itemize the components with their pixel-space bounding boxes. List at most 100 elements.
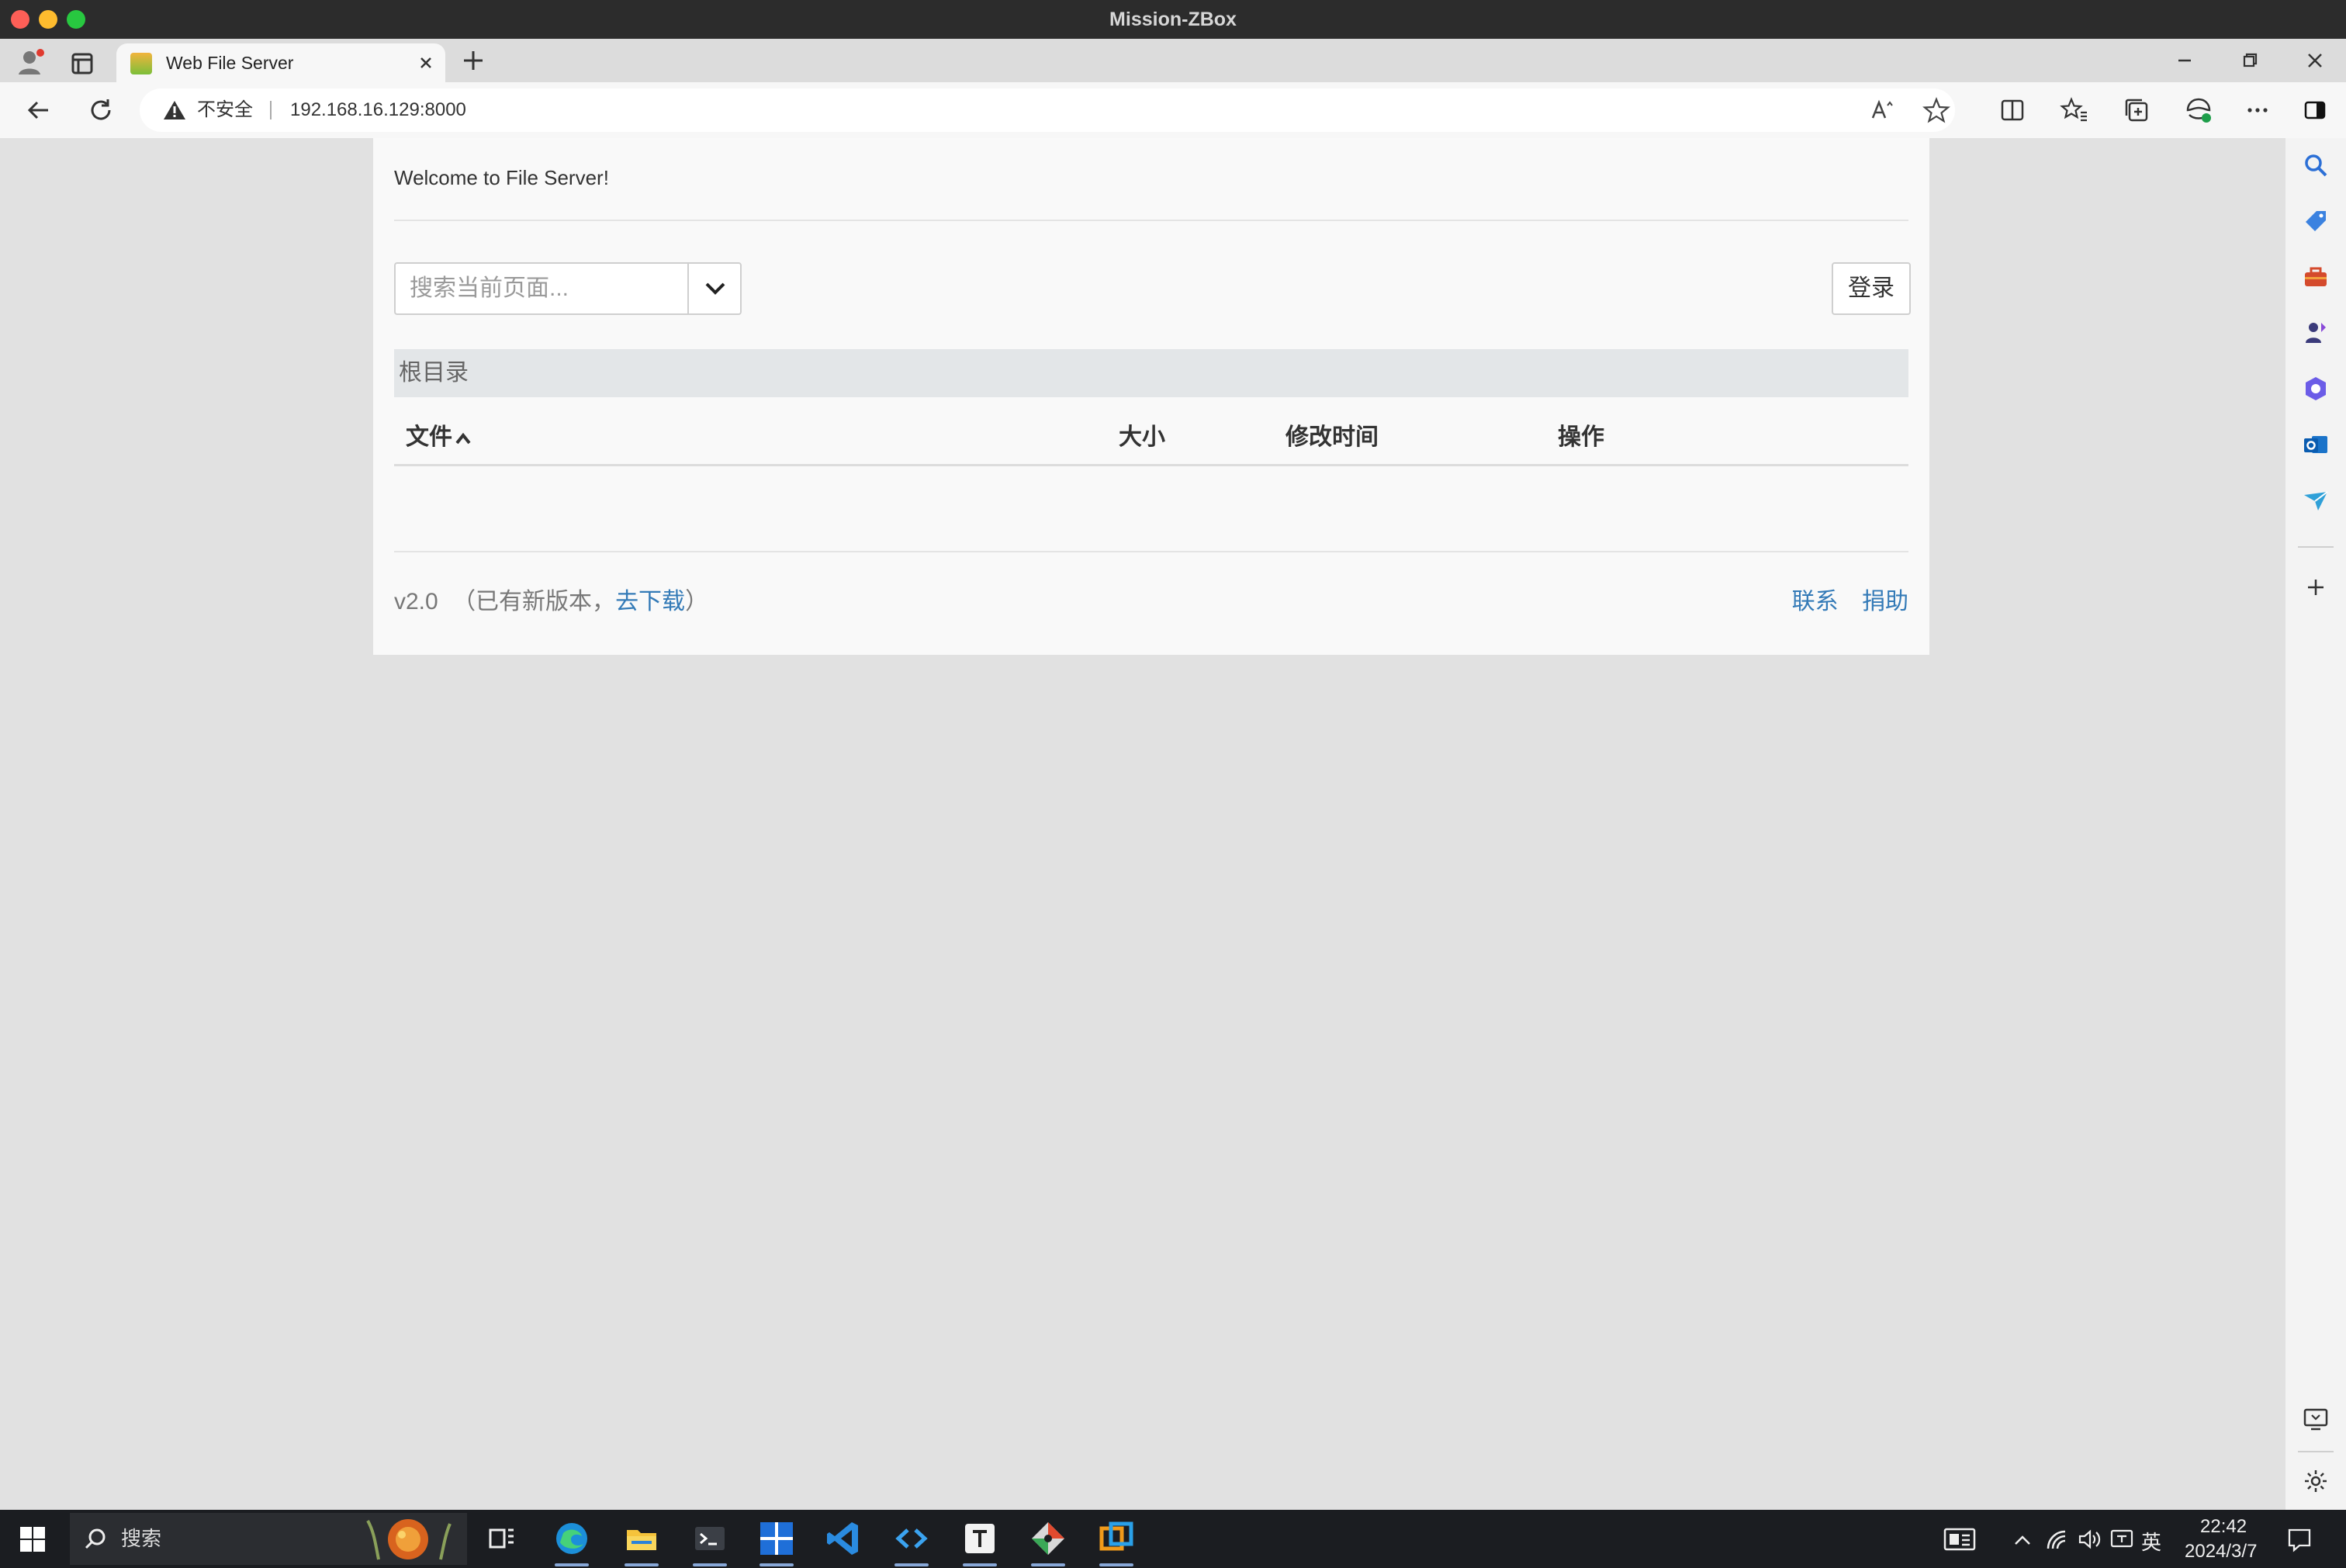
update-prefix: （已有新版本，: [452, 589, 616, 614]
file-explorer-icon[interactable]: [622, 1519, 661, 1558]
taskbar-search-label: 搜索: [121, 1527, 162, 1550]
open-app-indicator: [625, 1563, 659, 1566]
download-link[interactable]: 去下载: [615, 589, 685, 614]
tab-title: Web File Server: [166, 53, 294, 73]
breadcrumb[interactable]: 根目录: [394, 349, 1908, 397]
edge-sidebar: [2285, 138, 2346, 1510]
site-favicon-icon: [130, 53, 152, 74]
search-box: [394, 262, 742, 315]
omnibox-divider: [270, 101, 272, 119]
drop-icon[interactable]: [2301, 486, 2330, 515]
code-editor-icon[interactable]: [892, 1519, 931, 1558]
window-title: Mission-ZBox: [1109, 9, 1237, 30]
clock-date[interactable]: 2024/3/7: [2185, 1541, 2257, 1563]
contact-link[interactable]: 联系: [1792, 589, 1839, 614]
donate-link[interactable]: 捐助: [1862, 589, 1908, 614]
project-app-icon[interactable]: [757, 1519, 796, 1558]
vscode-icon[interactable]: [824, 1519, 863, 1558]
open-app-indicator: [760, 1563, 794, 1566]
column-header-actions: 操作: [1558, 424, 1604, 450]
open-app-indicator: [963, 1563, 997, 1566]
favorites-icon[interactable]: [2057, 93, 2092, 127]
version-info: v2.0 （已有新版本，去下载）: [394, 582, 708, 616]
open-app-indicator: [1031, 1563, 1065, 1566]
games-icon[interactable]: [2301, 318, 2330, 348]
microsoft-365-icon[interactable]: [2301, 374, 2330, 403]
page-viewport: Welcome to File Server! 登录 根目录 文件 大小 修改时…: [6, 138, 2285, 1510]
more-options-icon[interactable]: [2240, 93, 2275, 127]
active-app-indicator: [555, 1563, 589, 1566]
shopping-tag-icon[interactable]: [2301, 206, 2330, 236]
terminal-icon[interactable]: [690, 1519, 729, 1558]
notifications-icon[interactable]: [2285, 1525, 2313, 1553]
open-app-indicator: [894, 1563, 929, 1566]
column-header-file[interactable]: 文件: [406, 417, 472, 452]
tab-web-file-server[interactable]: Web File Server: [116, 43, 445, 82]
column-header-file-label: 文件: [406, 424, 452, 450]
taskbar-search-box[interactable]: 搜索: [70, 1513, 467, 1565]
collections-icon[interactable]: [2119, 93, 2154, 127]
git-client-icon[interactable]: [1029, 1519, 1067, 1558]
ime-mode-icon[interactable]: [2109, 1525, 2135, 1553]
address-bar[interactable]: 不安全 192.168.16.129:8000: [140, 88, 1955, 132]
sidebar-toggle-icon[interactable]: [2298, 93, 2332, 127]
column-header-size[interactable]: 大小: [1119, 417, 1165, 452]
tray-overflow-icon[interactable]: [2009, 1525, 2036, 1553]
minimize-icon[interactable]: [2171, 47, 2199, 74]
open-app-indicator: [693, 1563, 727, 1566]
volume-icon[interactable]: [2076, 1525, 2102, 1553]
search-icon[interactable]: [2301, 151, 2330, 180]
edge-browser-icon[interactable]: [552, 1519, 591, 1558]
windows-taskbar: 搜索 英 22:42 2024/3/7: [0, 1510, 2346, 1568]
warning-icon: [163, 99, 186, 121]
table-header-divider: [394, 464, 1908, 466]
browser-essentials-icon[interactable]: [2182, 93, 2216, 127]
version-label: v2.0: [394, 589, 438, 614]
footer-divider: [394, 551, 1908, 552]
screen-capture-icon[interactable]: [2301, 1404, 2330, 1434]
news-widget-icon[interactable]: [1943, 1525, 1977, 1553]
search-input[interactable]: [396, 264, 687, 313]
login-button[interactable]: 登录: [1832, 262, 1911, 315]
ime-language-label[interactable]: 英: [2141, 1527, 2161, 1556]
vm-app-icon[interactable]: [1097, 1519, 1136, 1558]
url-text[interactable]: 192.168.16.129:8000: [290, 88, 466, 132]
clock-time[interactable]: 22:42: [2200, 1516, 2247, 1538]
open-app-indicator: [1099, 1563, 1133, 1566]
back-icon[interactable]: [22, 93, 56, 127]
outlook-icon[interactable]: [2301, 430, 2330, 459]
task-view-icon[interactable]: [483, 1519, 521, 1558]
windows-start-icon[interactable]: [19, 1525, 47, 1553]
settings-gear-icon[interactable]: [2301, 1466, 2330, 1496]
file-server-page: Welcome to File Server! 登录 根目录 文件 大小 修改时…: [373, 138, 1929, 655]
welcome-text: Welcome to File Server!: [394, 166, 609, 189]
header-divider: [394, 220, 1908, 221]
security-label[interactable]: 不安全: [197, 88, 253, 132]
update-suffix: ）: [685, 589, 709, 614]
typora-icon[interactable]: [960, 1519, 999, 1558]
sort-asc-icon: [454, 431, 472, 446]
footer-links: 联系 捐助: [1775, 582, 1908, 616]
close-tab-icon[interactable]: [414, 51, 438, 74]
search-icon: [82, 1526, 109, 1552]
profile-icon[interactable]: [14, 45, 48, 79]
new-tab-icon[interactable]: [458, 45, 489, 76]
favorite-star-icon[interactable]: [1922, 96, 1950, 124]
read-aloud-icon[interactable]: [1868, 96, 1896, 124]
tab-actions-icon[interactable]: [67, 48, 98, 79]
chevron-down-icon: [705, 282, 725, 295]
tab-strip: Web File Server: [0, 39, 2346, 82]
refresh-icon[interactable]: [84, 93, 118, 127]
column-header-modified[interactable]: 修改时间: [1285, 417, 1379, 452]
close-icon[interactable]: [2301, 47, 2329, 74]
search-dropdown-button[interactable]: [687, 264, 742, 313]
sidebar-divider-bottom: [2298, 1451, 2334, 1452]
network-icon[interactable]: [2043, 1525, 2070, 1553]
add-sidebar-app-icon[interactable]: [2301, 573, 2330, 602]
split-screen-icon[interactable]: [1995, 93, 2029, 127]
browser-toolbar: 不安全 192.168.16.129:8000: [0, 82, 2346, 138]
search-highlight-icon: [360, 1513, 461, 1565]
window-title-bar: Mission-ZBox: [0, 0, 2346, 39]
restore-icon[interactable]: [2236, 47, 2264, 74]
tools-icon[interactable]: [2301, 262, 2330, 292]
